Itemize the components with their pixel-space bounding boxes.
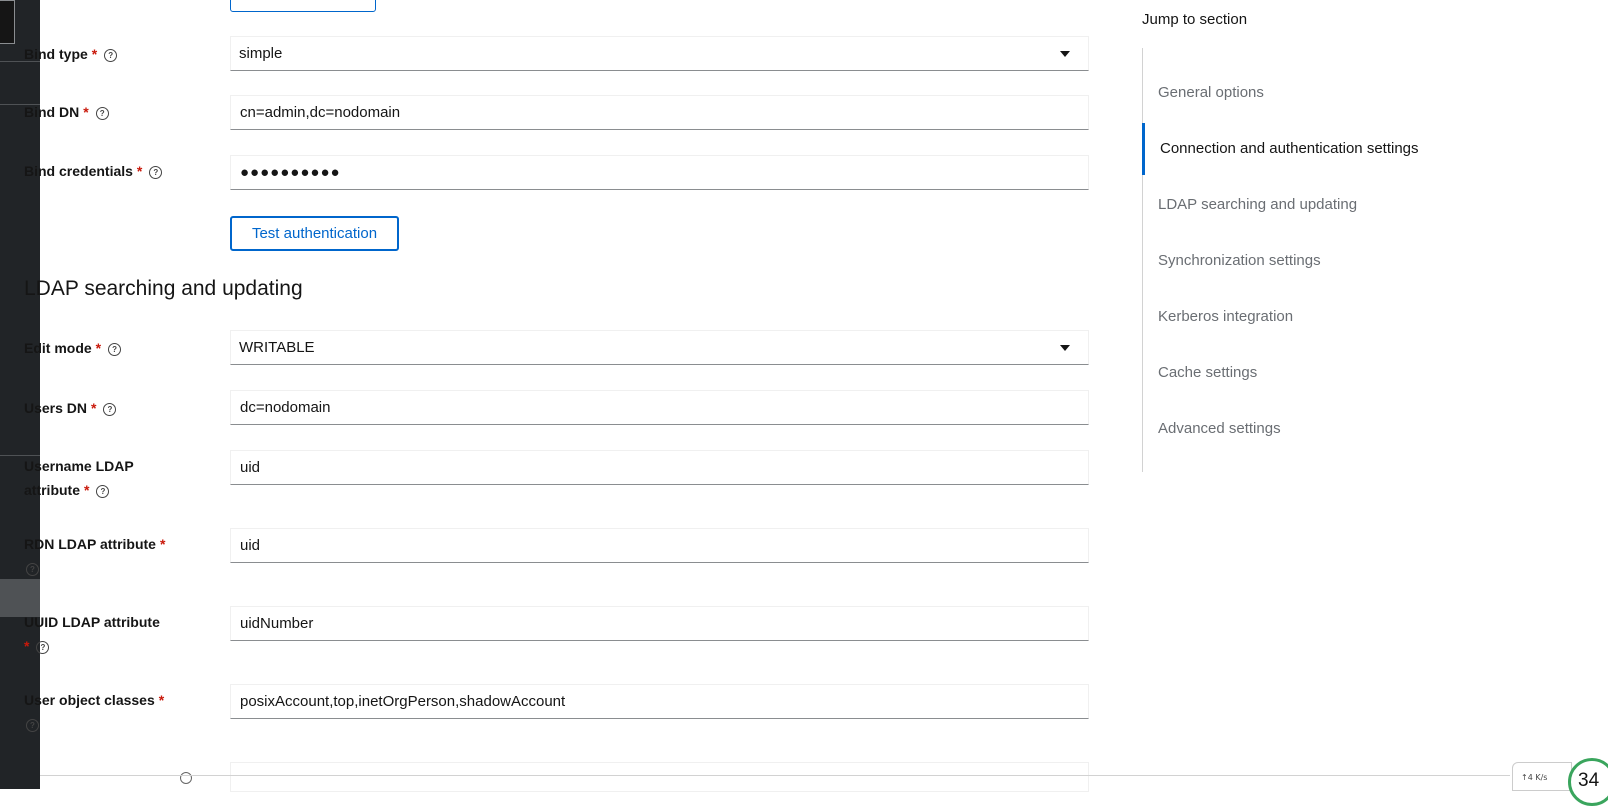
jump-link-advanced[interactable]: Advanced settings — [1142, 403, 1562, 455]
help-icon[interactable]: ? — [96, 485, 110, 498]
caret-down-icon — [1060, 51, 1070, 57]
required-mark: * — [24, 638, 30, 654]
help-icon[interactable]: ? — [26, 563, 39, 576]
bind-credentials-input[interactable]: ●●●●●●●●●● — [230, 155, 1089, 190]
bind-type-select[interactable]: simple — [230, 36, 1089, 71]
jump-link-general-options[interactable]: General options — [1142, 67, 1562, 119]
rdn-ldap-attribute-label-text: RDN LDAP attribute — [24, 536, 156, 552]
username-ldap-attribute-label-line1: Username LDAP — [24, 458, 134, 474]
jump-link-kerberos[interactable]: Kerberos integration — [1142, 291, 1562, 343]
ldap-section-title: LDAP searching and updating — [24, 277, 303, 300]
bind-type-value: simple — [239, 45, 283, 62]
sidebar-top-control[interactable] — [0, 0, 15, 44]
bind-credentials-label: Bind credentials *? — [24, 159, 224, 183]
rdn-ldap-attribute-input[interactable]: uid — [230, 528, 1089, 563]
rdn-ldap-attribute-label: RDN LDAP attribute * ? — [24, 532, 184, 580]
jump-link-ldap-searching[interactable]: LDAP searching and updating — [1142, 179, 1562, 231]
usage-gauge: 34 — [1568, 758, 1608, 806]
jump-link-connection-authentication[interactable]: Connection and authentication settings — [1142, 123, 1562, 175]
uuid-ldap-attribute-input[interactable]: uidNumber — [230, 606, 1089, 641]
bind-dn-label: Bind DN *? — [24, 100, 184, 124]
required-mark: * — [95, 340, 102, 356]
edit-mode-label-text: Edit mode — [24, 340, 92, 356]
bind-type-label-text: Bind type — [24, 46, 88, 62]
user-object-classes-input[interactable]: posixAccount,top,inetOrgPerson,shadowAcc… — [230, 684, 1089, 719]
page-bottom-divider — [40, 775, 1510, 776]
next-field-partial[interactable] — [230, 762, 1089, 792]
edit-mode-label: Edit mode *? — [24, 336, 184, 360]
required-mark: * — [84, 482, 90, 498]
bind-type-label: Bind type *? — [24, 42, 184, 66]
help-icon[interactable] — [180, 772, 192, 784]
help-icon[interactable]: ? — [103, 403, 117, 416]
edit-mode-value: WRITABLE — [239, 339, 315, 356]
user-object-classes-label: User object classes * ? — [24, 688, 224, 736]
help-icon[interactable]: ? — [26, 719, 39, 732]
users-dn-label-text: Users DN — [24, 400, 88, 416]
help-icon[interactable]: ? — [95, 107, 109, 120]
jump-to-section-title: Jump to section — [1142, 11, 1248, 28]
jump-link-synchronization[interactable]: Synchronization settings — [1142, 235, 1562, 287]
required-mark: * — [91, 46, 98, 62]
test-authentication-button[interactable]: Test authentication — [230, 216, 399, 251]
help-icon[interactable]: ? — [108, 343, 122, 356]
jump-link-cache[interactable]: Cache settings — [1142, 347, 1562, 399]
network-speed-text: ↑4 K/s — [1521, 773, 1548, 782]
edit-mode-select[interactable]: WRITABLE — [230, 330, 1089, 365]
caret-down-icon — [1060, 345, 1070, 351]
help-icon[interactable]: ? — [36, 641, 50, 654]
user-object-classes-label-text: User object classes — [24, 692, 155, 708]
help-icon[interactable]: ? — [104, 49, 118, 62]
required-mark: * — [158, 692, 165, 708]
bind-credentials-label-text: Bind credentials — [24, 163, 133, 179]
username-ldap-attribute-input[interactable]: uid — [230, 450, 1089, 485]
bind-dn-label-text: Bind DN — [24, 104, 80, 120]
uuid-ldap-attribute-label-text: UUID LDAP attribute — [24, 614, 160, 630]
uuid-ldap-attribute-label: UUID LDAP attribute *? — [24, 610, 184, 658]
required-mark: * — [136, 163, 143, 179]
required-mark: * — [83, 104, 89, 120]
previous-button-partial[interactable] — [230, 0, 376, 12]
username-ldap-attribute-label: Username LDAP attribute *? — [24, 454, 184, 502]
users-dn-input[interactable]: dc=nodomain — [230, 390, 1089, 425]
users-dn-label: Users DN *? — [24, 396, 184, 420]
username-ldap-attribute-label-line2: attribute — [24, 482, 80, 498]
required-mark: * — [91, 400, 97, 416]
network-speed-widget: ↑4 K/s — [1512, 762, 1572, 791]
help-icon[interactable]: ? — [149, 166, 163, 179]
bind-dn-input[interactable]: cn=admin,dc=nodomain — [230, 95, 1089, 130]
required-mark: * — [159, 536, 166, 552]
